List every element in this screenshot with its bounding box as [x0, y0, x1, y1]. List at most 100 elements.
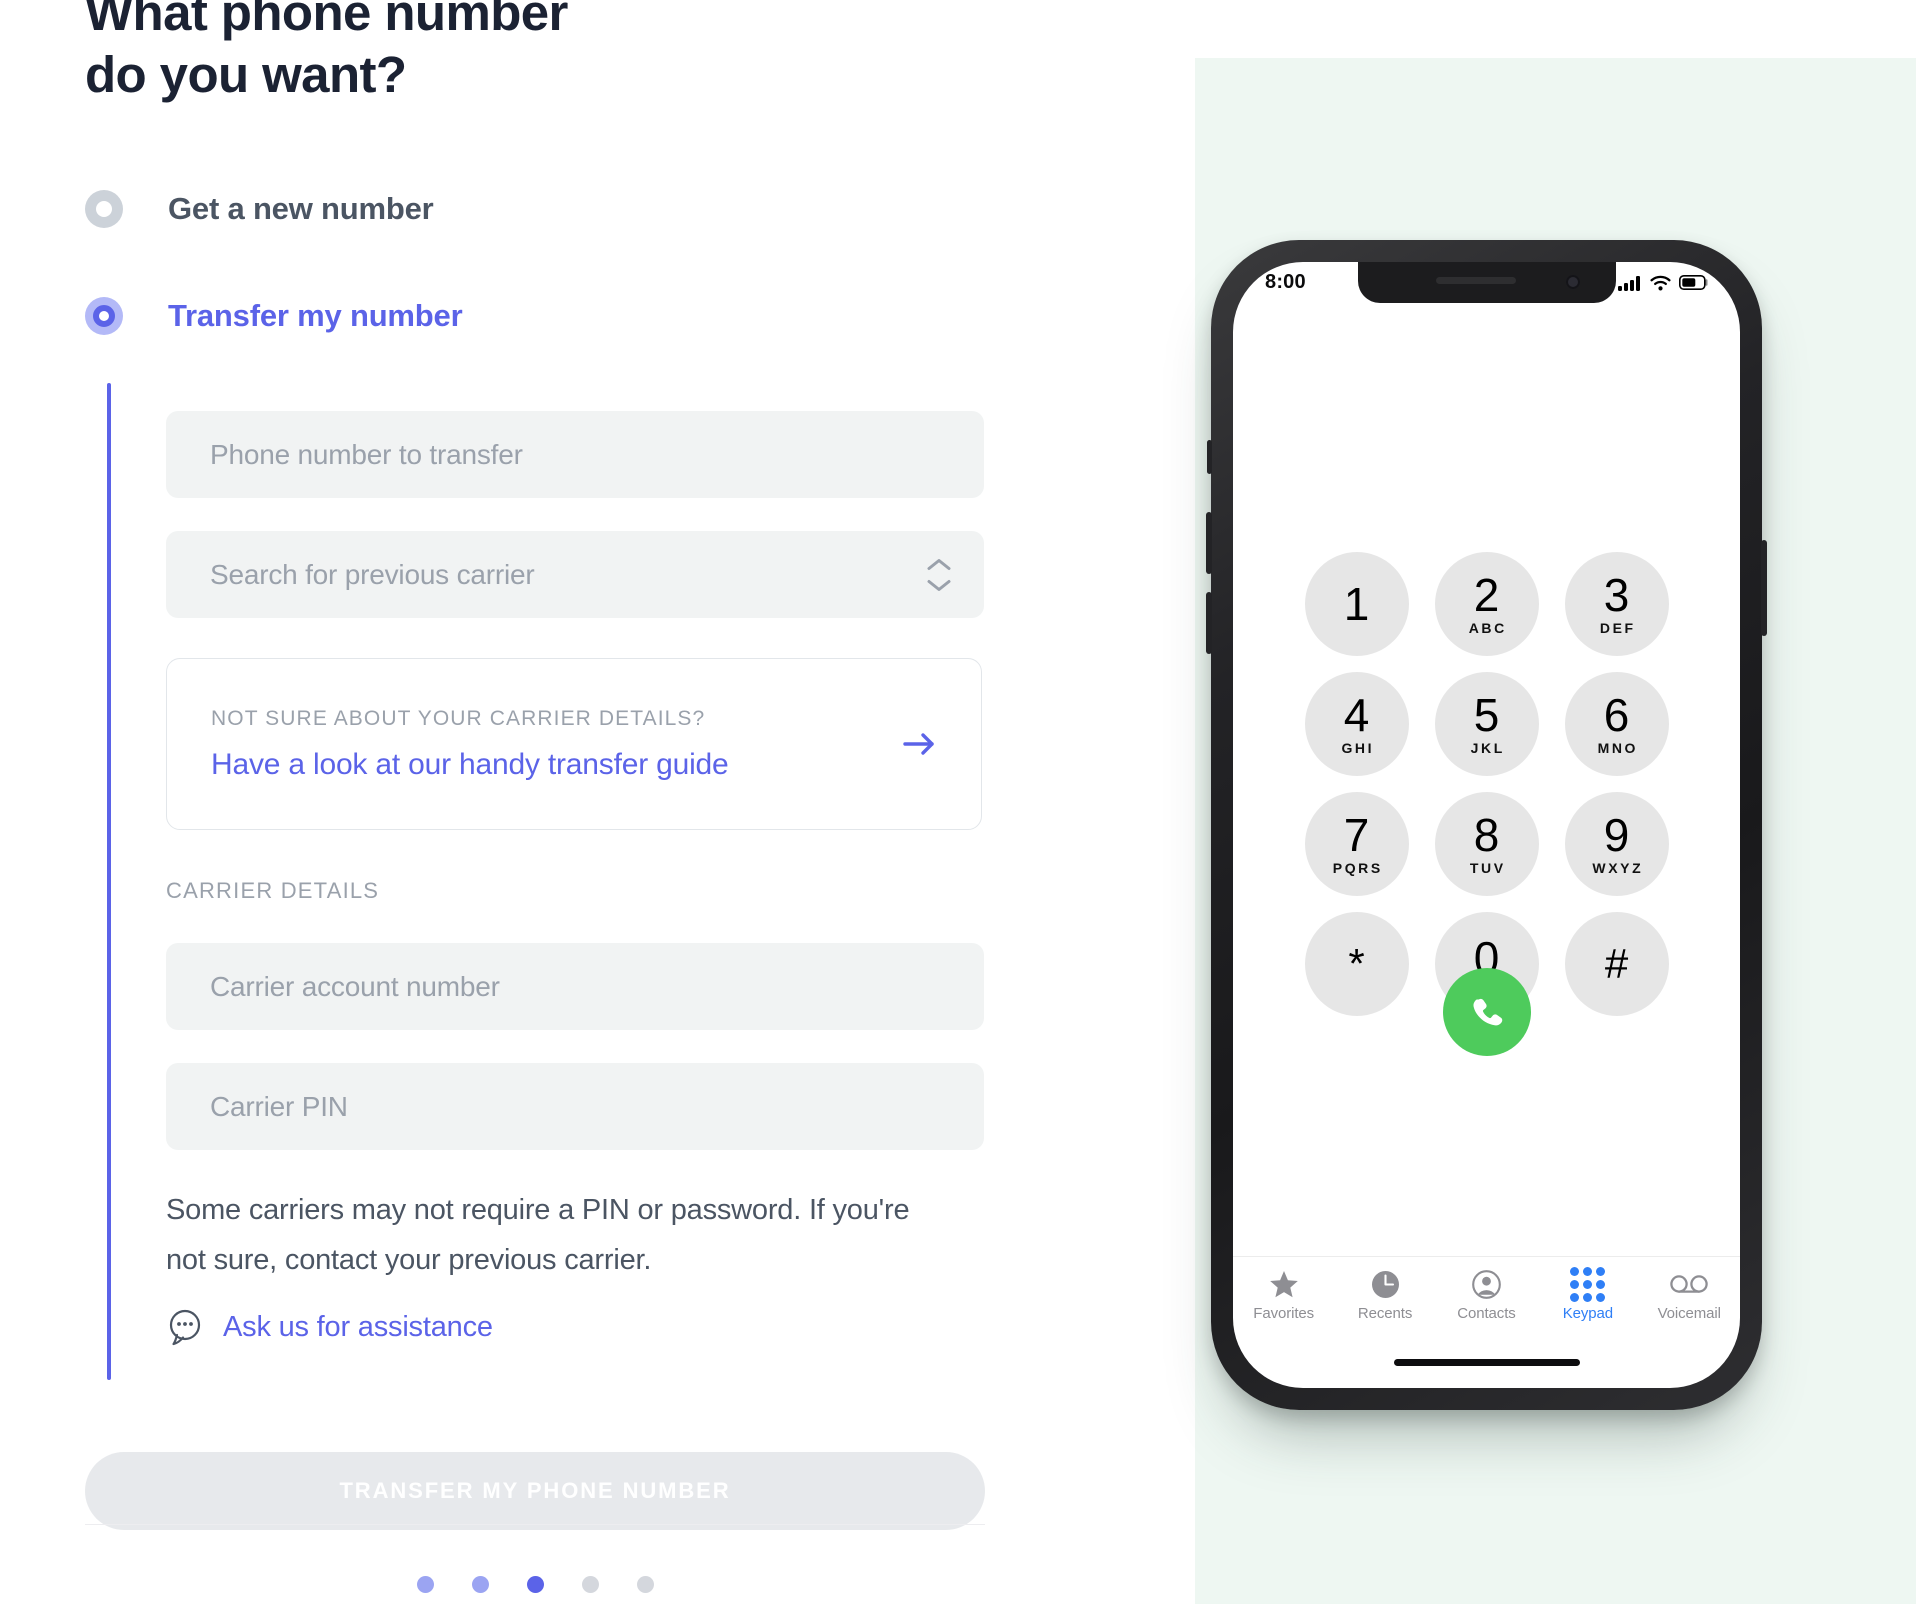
key-7[interactable]: 7 PQRS: [1304, 792, 1409, 896]
phone-tab-bar: Favorites Recents Contacts Keypad Voicem…: [1233, 1256, 1740, 1334]
call-button[interactable]: [1442, 968, 1531, 1056]
radio-label-transfer-number: Transfer my number: [168, 298, 463, 333]
phone-screen: 8:00 1 2 ABC 3 DEF 4 GHI 5 JKL 6 MNO 7 P…: [1233, 262, 1740, 1388]
earpiece-speaker: [1436, 277, 1517, 284]
tab-voicemail[interactable]: Voicemail: [1644, 1267, 1734, 1322]
carrier-details-section-label: CARRIER DETAILS: [166, 878, 380, 903]
home-indicator: [1393, 1359, 1580, 1366]
key-4-letters: GHI: [1341, 740, 1375, 756]
phone-volume-up-button: [1206, 512, 1212, 574]
key-5[interactable]: 5 JKL: [1434, 672, 1539, 776]
carrier-account-number-input[interactable]: Carrier account number: [166, 943, 984, 1030]
key-star-symbol: *: [1348, 940, 1365, 987]
tab-contacts[interactable]: Contacts: [1441, 1267, 1531, 1322]
dialer-keypad: 1 2 ABC 3 DEF 4 GHI 5 JKL 6 MNO 7 PQRS 8 TUV 9W…: [1304, 552, 1669, 1016]
key-hash-symbol: #: [1604, 940, 1629, 987]
phone-volume-down-button: [1206, 592, 1212, 654]
front-camera: [1565, 275, 1580, 289]
signal-bars-icon: [1618, 275, 1640, 291]
key-2-number: 2: [1473, 569, 1500, 621]
tab-recents-label: Recents: [1357, 1305, 1413, 1322]
tab-keypad[interactable]: Keypad: [1543, 1266, 1633, 1322]
tab-voicemail-label: Voicemail: [1657, 1305, 1721, 1322]
radio-circle-unselected-icon[interactable]: [85, 190, 123, 228]
pagination-dot-3[interactable]: [526, 1576, 544, 1593]
accent-vertical-line: [107, 383, 111, 1380]
phone-power-button: [1761, 540, 1767, 636]
form-column: What phone number do you want? Get a new…: [0, 0, 1195, 1604]
phone-handset-icon: [1472, 998, 1502, 1026]
key-1[interactable]: 1: [1304, 552, 1409, 656]
carrier-search-placeholder: Search for previous carrier: [210, 558, 535, 590]
page-title-line2: do you want?: [85, 46, 407, 103]
keypad-dots-icon: [1570, 1266, 1606, 1302]
arrow-right-icon: [903, 733, 934, 755]
phone-notch: [1357, 262, 1616, 303]
radio-label-get-new-number: Get a new number: [168, 191, 434, 226]
tab-recents[interactable]: Recents: [1340, 1267, 1430, 1322]
key-9[interactable]: 9 WXYZ: [1564, 792, 1669, 896]
carrier-search-select[interactable]: Search for previous carrier: [166, 531, 984, 618]
phone-number-placeholder: Phone number to transfer: [210, 438, 523, 470]
transfer-guide-link[interactable]: Have a look at our handy transfer guide: [211, 748, 729, 782]
phone-mockup: 8:00 1 2 ABC 3 DEF 4 GHI 5 JKL 6 MNO 7 P…: [1206, 240, 1767, 1410]
key-4-number: 4: [1343, 689, 1370, 741]
ask-assistance-link[interactable]: Ask us for assistance: [166, 1308, 493, 1346]
key-8-letters: TUV: [1469, 860, 1506, 876]
illustration-column: 8:00 1 2 ABC 3 DEF 4 GHI 5 JKL 6 MNO 7 P…: [1195, 0, 1916, 1604]
wifi-icon: [1650, 275, 1671, 290]
key-3[interactable]: 3 DEF: [1564, 552, 1669, 656]
tab-favorites[interactable]: Favorites: [1239, 1267, 1329, 1322]
carrier-account-placeholder: Carrier account number: [210, 970, 500, 1002]
ask-assistance-label: Ask us for assistance: [223, 1310, 493, 1343]
step-pagination: [85, 1576, 985, 1593]
pin-helper-text: Some carriers may not require a PIN or p…: [166, 1194, 910, 1276]
key-4[interactable]: 4 GHI: [1304, 672, 1409, 776]
tab-contacts-label: Contacts: [1457, 1305, 1516, 1322]
phone-silent-switch: [1207, 440, 1212, 474]
person-icon: [1472, 1267, 1501, 1301]
carrier-pin-input[interactable]: Carrier PIN: [166, 1063, 984, 1150]
chevron-up-icon: [927, 558, 951, 570]
status-bar-icons: [1618, 275, 1708, 291]
key-5-letters: JKL: [1470, 740, 1505, 756]
transfer-guide-text: NOT SURE ABOUT YOUR CARRIER DETAILS? Hav…: [211, 707, 729, 782]
radio-option-get-new-number[interactable]: Get a new number: [85, 190, 434, 228]
key-star[interactable]: *: [1304, 912, 1409, 1016]
key-6-number: 6: [1603, 689, 1630, 741]
status-bar-time: 8:00: [1265, 271, 1306, 293]
key-5-number: 5: [1473, 689, 1500, 741]
selector-chevrons[interactable]: [927, 557, 951, 592]
transfer-guide-kicker: NOT SURE ABOUT YOUR CARRIER DETAILS?: [211, 706, 706, 730]
chat-bubble-icon: [169, 1309, 201, 1346]
key-9-number: 9: [1603, 809, 1630, 861]
key-2-letters: ABC: [1468, 620, 1507, 636]
key-hash[interactable]: #: [1564, 912, 1669, 1016]
carrier-pin-placeholder: Carrier PIN: [210, 1090, 348, 1122]
key-7-letters: PQRS: [1332, 860, 1383, 876]
page-root: What phone number do you want? Get a new…: [0, 0, 1916, 1604]
tab-favorites-label: Favorites: [1253, 1305, 1315, 1322]
key-6-letters: MNO: [1597, 740, 1639, 756]
transfer-my-phone-number-button[interactable]: TRANSFER MY PHONE NUMBER: [85, 1452, 985, 1530]
key-9-letters: WXYZ: [1592, 860, 1644, 876]
key-7-number: 7: [1343, 809, 1370, 861]
pagination-dot-2[interactable]: [471, 1576, 489, 1593]
clock-icon: [1371, 1267, 1400, 1301]
chevron-down-icon: [927, 579, 951, 591]
key-3-letters: DEF: [1599, 620, 1636, 636]
phone-number-input[interactable]: Phone number to transfer: [166, 411, 984, 498]
radio-circle-selected-icon[interactable]: [85, 297, 123, 335]
key-8-number: 8: [1473, 809, 1500, 861]
pagination-dot-4[interactable]: [581, 1576, 599, 1593]
page-title-line1: What phone number: [85, 0, 568, 41]
pagination-dot-5[interactable]: [636, 1576, 654, 1593]
key-6[interactable]: 6 MNO: [1564, 672, 1669, 776]
key-3-number: 3: [1603, 569, 1630, 621]
transfer-guide-card[interactable]: NOT SURE ABOUT YOUR CARRIER DETAILS? Hav…: [166, 658, 982, 830]
radio-option-transfer-number[interactable]: Transfer my number: [85, 297, 463, 335]
key-8[interactable]: 8 TUV: [1434, 792, 1539, 896]
pagination-dot-1[interactable]: [416, 1576, 434, 1593]
page-title: What phone number do you want?: [85, 0, 985, 106]
key-2[interactable]: 2 ABC: [1434, 552, 1539, 656]
